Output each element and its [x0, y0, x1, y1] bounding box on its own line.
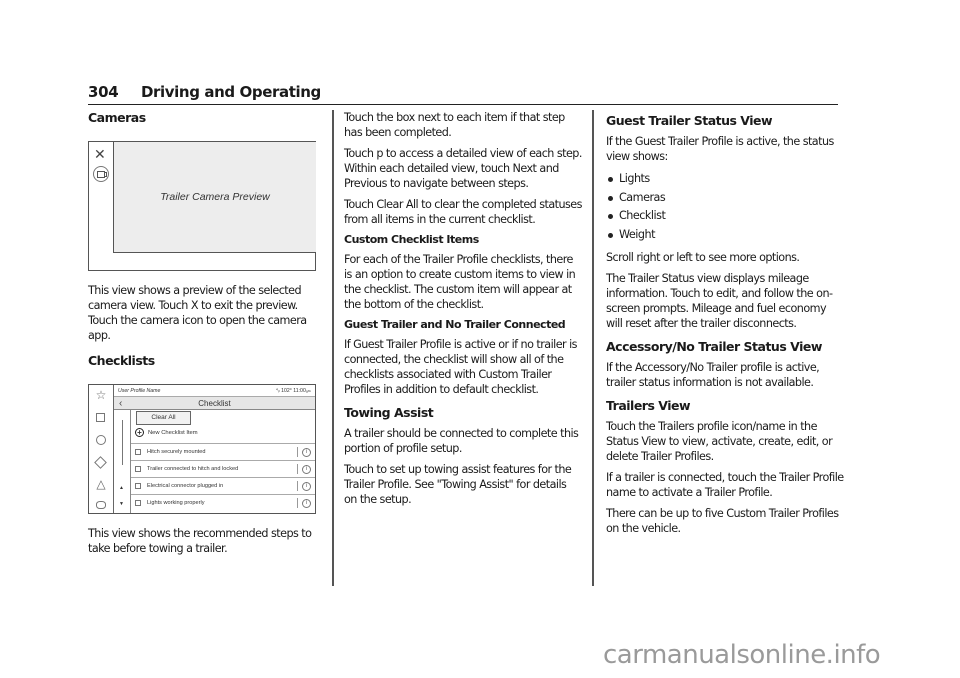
column-3: Guest Trailer Status View If the Guest T…	[606, 110, 844, 542]
checklist-row: Lights working properly i	[131, 494, 315, 511]
checklists-description: This view shows the recommended steps to…	[88, 527, 312, 555]
checklist-figure: ☆ △ User Profile Name ⁴ᵢₗ 102° 11:00ₐₘ ‹…	[88, 384, 316, 514]
column-2: Touch the box next to each item if that …	[344, 110, 582, 513]
status-readout: ⁴ᵢₗ 102° 11:00ₐₘ	[275, 388, 311, 394]
star-icon: ☆	[95, 388, 107, 402]
bullet-item: Lights	[606, 170, 844, 189]
scroll-up-icon: ▲	[119, 485, 124, 491]
page-header: 304 Driving and Operating	[88, 83, 838, 105]
checkbox-icon	[135, 449, 141, 455]
figure-sidebar: ☆ △	[89, 385, 114, 513]
custom-checklist-heading: Custom Checklist Items	[344, 233, 479, 246]
camera-preview-area: Trailer Camera Preview	[113, 142, 316, 253]
paragraph: If the Guest Trailer Profile is active, …	[606, 135, 834, 163]
figure-title: Checklist	[198, 399, 231, 408]
square-icon	[96, 413, 105, 422]
new-checklist-item: + New Checklist Item	[135, 428, 198, 437]
cameras-heading: Cameras	[88, 110, 146, 125]
checklist-row-label: Electrical connector plugged in	[147, 483, 224, 489]
scroll-down-icon: ▼	[119, 501, 124, 507]
info-icon: i	[302, 481, 311, 491]
checklist-row-label: Hitch securely mounted	[147, 449, 206, 455]
camera-icon	[93, 166, 109, 182]
bullet-item: Cameras	[606, 189, 844, 208]
triangle-icon: △	[96, 477, 106, 491]
trailers-view-heading: Trailers View	[606, 398, 691, 413]
column-divider	[332, 110, 334, 586]
cameras-description: This view shows a preview of the selecte…	[88, 284, 307, 342]
page-number: 304	[88, 83, 119, 101]
paragraph: If a trailer is connected, touch the Tra…	[606, 471, 844, 499]
checklist-row-label: Lights working properly	[147, 500, 205, 506]
checklist-row-label: Trailer connected to hitch and locked	[147, 466, 239, 472]
checklist-row: Trailer connected to hitch and locked i	[131, 460, 315, 477]
figure-scrollbar: ▲ ▼	[114, 410, 131, 513]
paragraph: Touch the box next to each item if that …	[344, 111, 565, 139]
accessory-status-heading: Accessory/No Trailer Status View	[606, 339, 822, 354]
scroll-thumb	[122, 420, 123, 465]
paragraph: The Trailer Status view displays mileage…	[606, 272, 833, 330]
bullet-item: Checklist	[606, 207, 844, 226]
guest-trailer-heading: Guest Trailer and No Trailer Connected	[344, 318, 566, 331]
info-icon: i	[302, 464, 311, 474]
circle-icon	[96, 435, 106, 445]
column-divider	[592, 110, 594, 586]
checklists-heading: Checklists	[88, 353, 155, 368]
paragraph: For each of the Trailer Profile checklis…	[344, 253, 576, 311]
plus-icon: +	[135, 428, 144, 437]
checklist-row: Hitch securely mounted i	[131, 443, 315, 460]
figure-checklist: Clear All + New Checklist Item Hitch sec…	[131, 410, 315, 513]
paragraph: Scroll right or left to see more options…	[606, 251, 800, 264]
paragraph: A trailer should be connected to complet…	[344, 427, 579, 455]
info-icon: i	[302, 498, 311, 508]
new-item-label: New Checklist Item	[148, 429, 198, 436]
checkbox-icon	[135, 500, 141, 506]
bullet-item: Weight	[606, 226, 844, 245]
paragraph: There can be up to five Custom Trailer P…	[606, 507, 839, 535]
camera-preview-figure: ✕ Trailer Camera Preview	[88, 141, 316, 271]
paragraph: Touch Clear All to clear the completed s…	[344, 198, 582, 226]
section-title: Driving and Operating	[141, 83, 321, 101]
towing-assist-heading: Towing Assist	[344, 405, 434, 420]
camera-preview-label: Trailer Camera Preview	[160, 191, 270, 203]
paragraph: If Guest Trailer Profile is active or if…	[344, 338, 577, 396]
checklist-row: Electrical connector plugged in i	[131, 477, 315, 494]
paragraph: If the Accessory/No Trailer profile is a…	[606, 361, 820, 389]
figure-status-bar: User Profile Name ⁴ᵢₗ 102° 11:00ₐₘ	[114, 385, 315, 397]
clear-all-button: Clear All	[136, 411, 191, 425]
paragraph: Touch the Trailers profile icon/name in …	[606, 420, 833, 463]
guest-status-heading: Guest Trailer Status View	[606, 113, 773, 128]
watermark: carmanualsonline.info	[603, 640, 881, 670]
status-bullet-list: Lights Cameras Checklist Weight	[606, 170, 844, 244]
hexagon-icon	[96, 501, 106, 509]
checkbox-icon	[135, 466, 141, 472]
paragraph: Touch to set up towing assist features f…	[344, 463, 572, 506]
paragraph: Touch p to access a detailed view of eac…	[344, 147, 582, 190]
profile-name: User Profile Name	[118, 388, 161, 394]
column-1: Cameras ✕ Trailer Camera Preview This vi…	[88, 110, 324, 562]
checkbox-icon	[135, 483, 141, 489]
close-icon: ✕	[94, 146, 106, 162]
info-icon: i	[302, 447, 311, 457]
diamond-icon	[94, 456, 107, 469]
figure-title-bar: ‹ Checklist	[114, 397, 315, 410]
